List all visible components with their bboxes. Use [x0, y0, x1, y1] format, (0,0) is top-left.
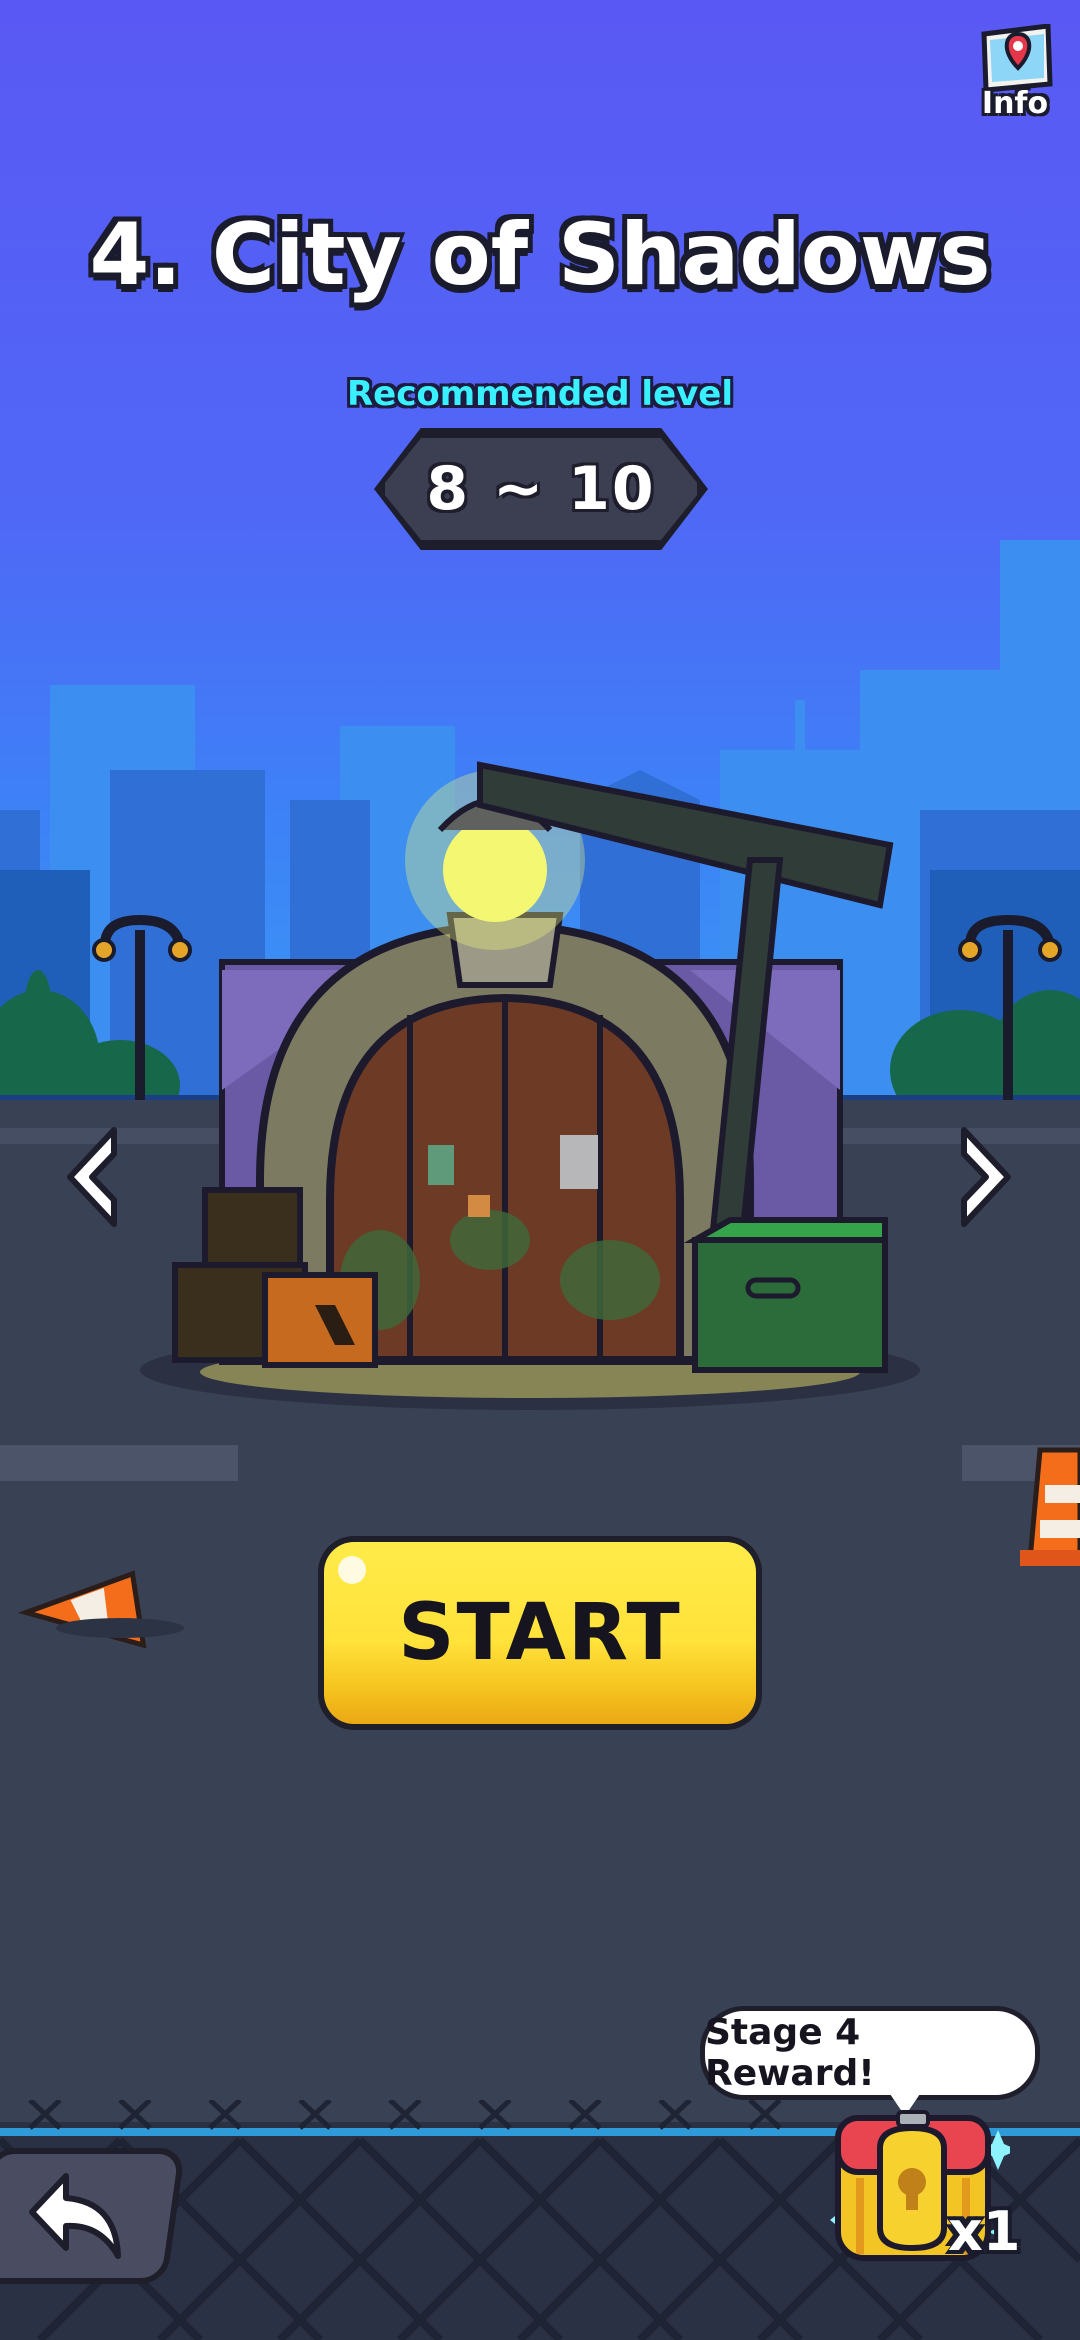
reward-tooltip-text: Stage 4 Reward! — [705, 2012, 875, 2094]
start-button-face: START — [324, 1542, 756, 1724]
start-button[interactable]: START — [318, 1536, 762, 1730]
stage-title: 4. City of Shadows — [89, 205, 991, 305]
info-label: Info — [981, 86, 1049, 121]
reward-tooltip: Stage 4 Reward! — [700, 2006, 1040, 2100]
reward-count: x1 — [948, 2200, 1021, 2263]
start-label: START — [398, 1588, 682, 1678]
info-button[interactable]: Info — [970, 24, 1060, 124]
back-arrow-icon — [29, 2173, 121, 2259]
sewer-gate-illustration — [140, 761, 920, 1410]
level-range-badge: 8 ~ 10 — [380, 433, 702, 545]
recommended-level-label: Recommended level — [346, 374, 734, 414]
level-range-text: 8 ~ 10 — [426, 454, 656, 524]
map-pin-icon — [981, 24, 1053, 93]
prev-stage-arrow[interactable] — [62, 1122, 122, 1232]
start-button-shine — [338, 1556, 366, 1584]
next-stage-arrow[interactable] — [956, 1122, 1016, 1232]
stage-select-screen: Info 4. City of Shadows Recommended leve… — [0, 0, 1080, 2340]
